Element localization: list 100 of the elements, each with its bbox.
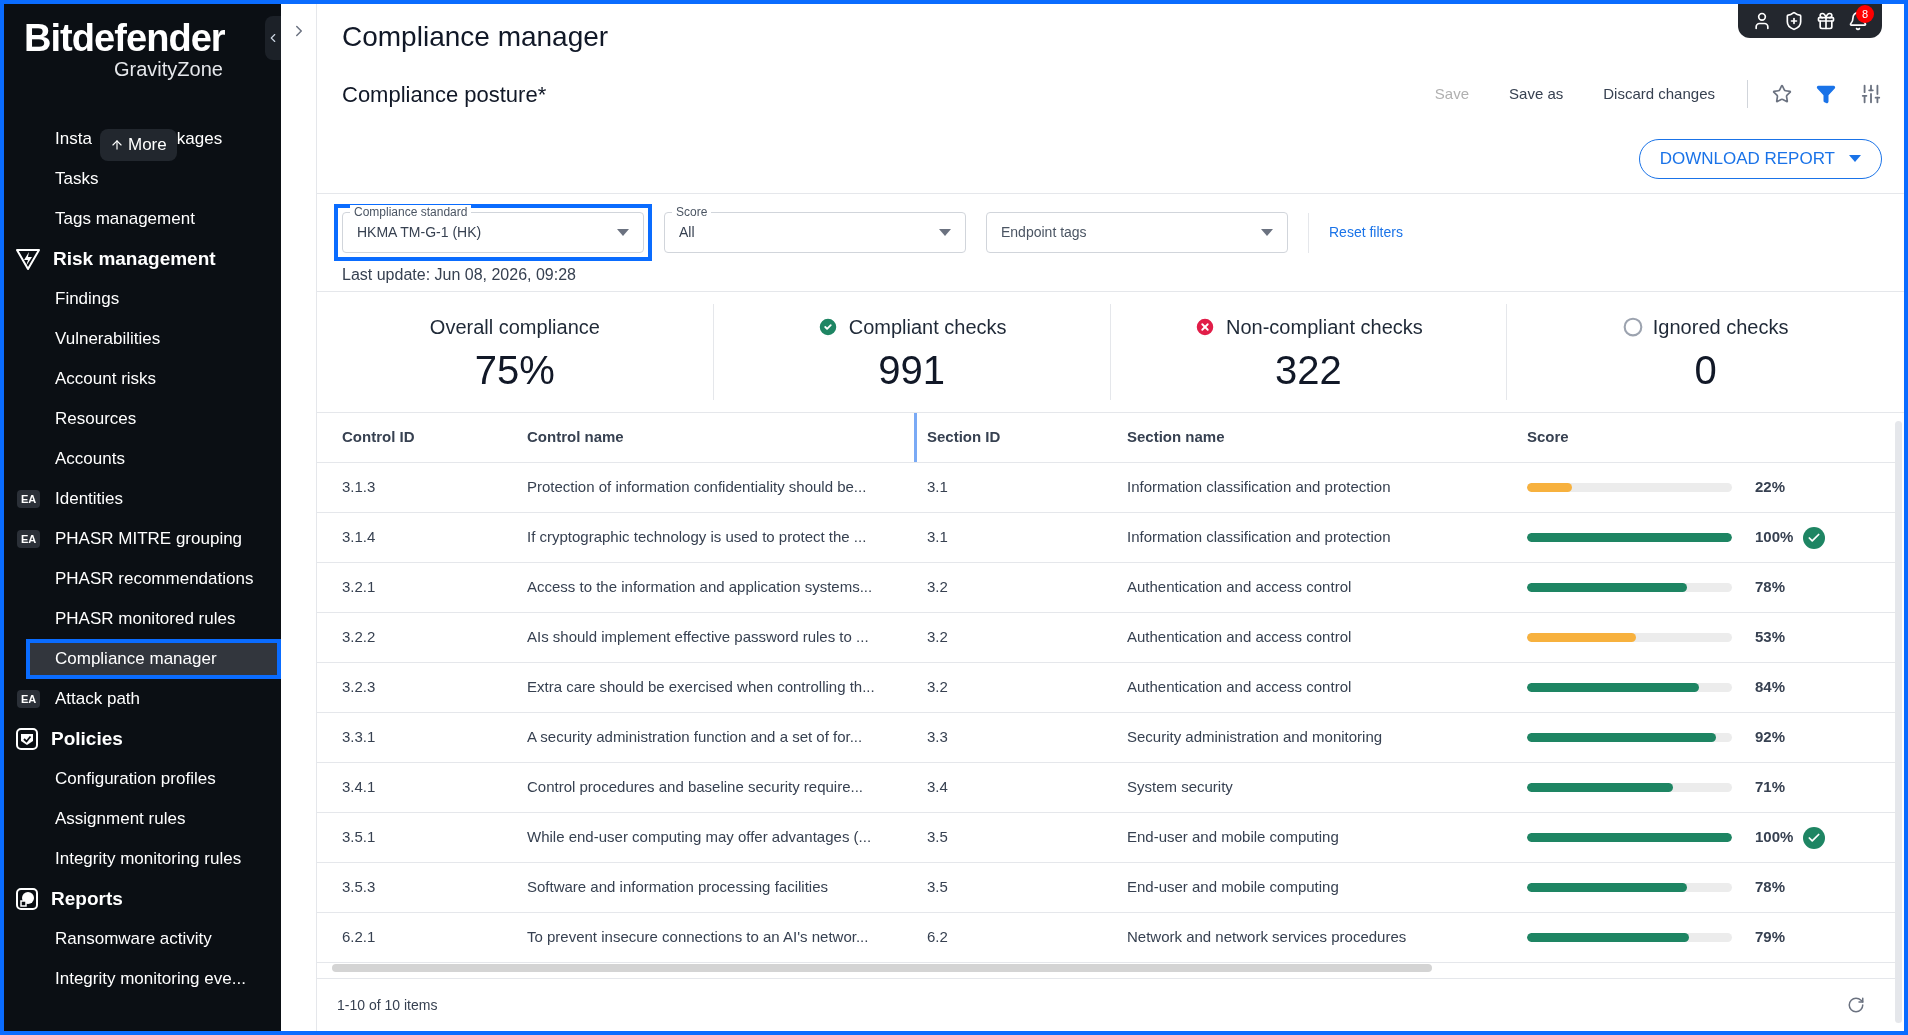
score-percent: 71% bbox=[1755, 777, 1787, 798]
stat-value: 0 bbox=[1694, 348, 1717, 392]
sidebar-item[interactable]: Ransomware activity bbox=[55, 919, 281, 959]
user-icon[interactable] bbox=[1752, 11, 1772, 31]
reset-filters-link[interactable]: Reset filters bbox=[1329, 222, 1403, 243]
refresh-icon[interactable] bbox=[1847, 996, 1865, 1014]
table-cell-text: 6.2.1 bbox=[342, 927, 377, 948]
table-cell-text: Control procedures and baseline security require... bbox=[527, 777, 864, 798]
notifications-icon[interactable] bbox=[1848, 11, 1868, 31]
sidebar-item[interactable]: PHASR MITRE grouping bbox=[55, 519, 281, 559]
score-percent: 100% bbox=[1755, 827, 1795, 848]
sidebar-item[interactable]: Identities bbox=[55, 479, 281, 519]
sidebar-section-title: Policies bbox=[51, 726, 123, 751]
table-cell-text: End-user and mobile computing bbox=[1127, 877, 1340, 898]
table-cell-text: Authentication and access control bbox=[1127, 577, 1353, 598]
table-cell-text: Information classification and protection bbox=[1127, 477, 1392, 498]
favorite-star-icon[interactable] bbox=[1772, 84, 1792, 104]
score-percent: 92% bbox=[1755, 727, 1787, 748]
score-percent: 84% bbox=[1755, 677, 1787, 698]
column-header[interactable]: Score bbox=[1527, 413, 1895, 462]
stat-label: Non-compliant checks bbox=[1226, 315, 1423, 340]
sidebar-item[interactable]: Configuration profiles bbox=[55, 759, 281, 799]
field-label: Score bbox=[672, 205, 712, 219]
filter-icon[interactable] bbox=[1816, 84, 1836, 104]
sidebar-item[interactable]: Attack path bbox=[55, 679, 281, 719]
check-circle-icon bbox=[816, 316, 839, 338]
ea-badge: EA bbox=[17, 529, 41, 549]
score-percent: 53% bbox=[1755, 627, 1787, 648]
sidebar-section-title: Risk management bbox=[53, 246, 216, 271]
table-cell-text: To prevent insecure connections to an AI's networ... bbox=[527, 927, 870, 948]
gift-icon[interactable] bbox=[1816, 11, 1836, 31]
sidebar-item[interactable]: Compliance manager bbox=[26, 639, 281, 679]
table-cell-text: A security administration function and a set of for... bbox=[527, 727, 864, 748]
sidebar-item[interactable]: Accounts bbox=[55, 439, 281, 479]
table-cell-text: 3.5 bbox=[927, 877, 949, 898]
sidebar-item[interactable]: PHASR recommendations bbox=[55, 559, 281, 599]
pagination-text: 1-10 of 10 items bbox=[337, 995, 438, 1015]
table-cell-text: 3.4.1 bbox=[342, 777, 377, 798]
dropdown-caret-icon bbox=[939, 229, 951, 236]
table-cell-text: While end-user computing may offer advantages (... bbox=[527, 827, 873, 848]
sidebar-item[interactable]: Vulnerabilities bbox=[55, 319, 281, 359]
stat-label: Ignored checks bbox=[1652, 315, 1789, 340]
table-cell-text: 3.3 bbox=[927, 727, 949, 748]
toolbar-action-button[interactable]: Discard changes bbox=[1583, 82, 1735, 106]
table-cell-text: 3.2 bbox=[927, 677, 949, 698]
table-cell-text: Authentication and access control bbox=[1127, 627, 1353, 648]
stat-value: 322 bbox=[1275, 348, 1342, 392]
stat-label: Compliant checks bbox=[848, 315, 1007, 340]
table-cell-text: 3.2 bbox=[927, 627, 949, 648]
column-header[interactable]: Control ID bbox=[342, 413, 527, 462]
table-cell-text: End-user and mobile computing bbox=[1127, 827, 1340, 848]
stat-value: 75% bbox=[474, 348, 555, 392]
sidebar-item[interactable]: Resources bbox=[55, 399, 281, 439]
lightning-triangle-icon bbox=[15, 247, 41, 271]
table-cell-text: Software and information processing facilities bbox=[527, 877, 829, 898]
table-cell-text: 3.4 bbox=[927, 777, 949, 798]
column-header[interactable]: Section name bbox=[1127, 413, 1527, 462]
sidebar-section-title: Reports bbox=[51, 886, 123, 911]
page-title: Compliance manager bbox=[342, 20, 609, 54]
shield-check-icon bbox=[15, 727, 39, 751]
more-button[interactable]: More bbox=[100, 129, 177, 161]
shield-plus-icon[interactable] bbox=[1784, 11, 1804, 31]
caret-down-icon bbox=[1849, 155, 1861, 162]
ea-badge: EA bbox=[17, 689, 41, 709]
table-cell-text: 6.2 bbox=[927, 927, 949, 948]
toolbar-action-button[interactable]: Save as bbox=[1489, 82, 1584, 106]
collapse-sidebar-button[interactable] bbox=[265, 16, 281, 60]
sidebar-item[interactable]: Findings bbox=[55, 279, 281, 319]
logo: Bitdefender bbox=[24, 18, 225, 58]
sidebar-item[interactable]: Tasks bbox=[55, 159, 281, 199]
sidebar-item[interactable]: Assignment rules bbox=[55, 799, 281, 839]
table-cell-text: 3.1 bbox=[927, 477, 949, 498]
table-cell-text: 3.1.4 bbox=[342, 527, 377, 548]
table-cell-text: 3.2.2 bbox=[342, 627, 377, 648]
sidebar-item[interactable]: kages bbox=[176, 126, 223, 152]
sidebar-item[interactable]: Tags management bbox=[55, 199, 281, 239]
field-value: HKMA TM-G-1 (HK) bbox=[357, 223, 482, 242]
sidebar-item[interactable]: Integrity monitoring rules bbox=[55, 839, 281, 879]
score-percent: 22% bbox=[1755, 477, 1787, 498]
table-cell-text: Protection of information confidentiality should be... bbox=[527, 477, 868, 498]
stat-label: Overall compliance bbox=[429, 315, 600, 340]
table-cell-text: 3.1 bbox=[927, 527, 949, 548]
column-header[interactable]: Section ID bbox=[914, 413, 1127, 462]
table-cell-text: If cryptographic technology is used to protect the ... bbox=[527, 527, 868, 548]
table-cell-text: 3.2 bbox=[927, 577, 949, 598]
dropdown-field[interactable]: Endpoint tags bbox=[986, 212, 1288, 253]
score-percent: 100% bbox=[1755, 527, 1795, 548]
sidebar-item[interactable]: Insta bbox=[55, 126, 92, 152]
arrow-up-icon bbox=[110, 137, 124, 152]
field-label: Compliance standard bbox=[350, 205, 472, 219]
table-cell-text: 3.2.3 bbox=[342, 677, 377, 698]
table-cell-text: Information classification and protection bbox=[1127, 527, 1392, 548]
sidebar-item[interactable]: Integrity monitoring eve... bbox=[55, 959, 281, 999]
error-circle-icon bbox=[1194, 316, 1216, 338]
table-cell-text: 3.5 bbox=[927, 827, 949, 848]
table-cell-text: 3.5.1 bbox=[342, 827, 377, 848]
settings-sliders-icon[interactable] bbox=[1860, 83, 1882, 105]
sidebar-item[interactable]: PHASR monitored rules bbox=[55, 599, 281, 639]
table-cell-text: 3.2.1 bbox=[342, 577, 377, 598]
sidebar-item[interactable]: Account risks bbox=[55, 359, 281, 399]
